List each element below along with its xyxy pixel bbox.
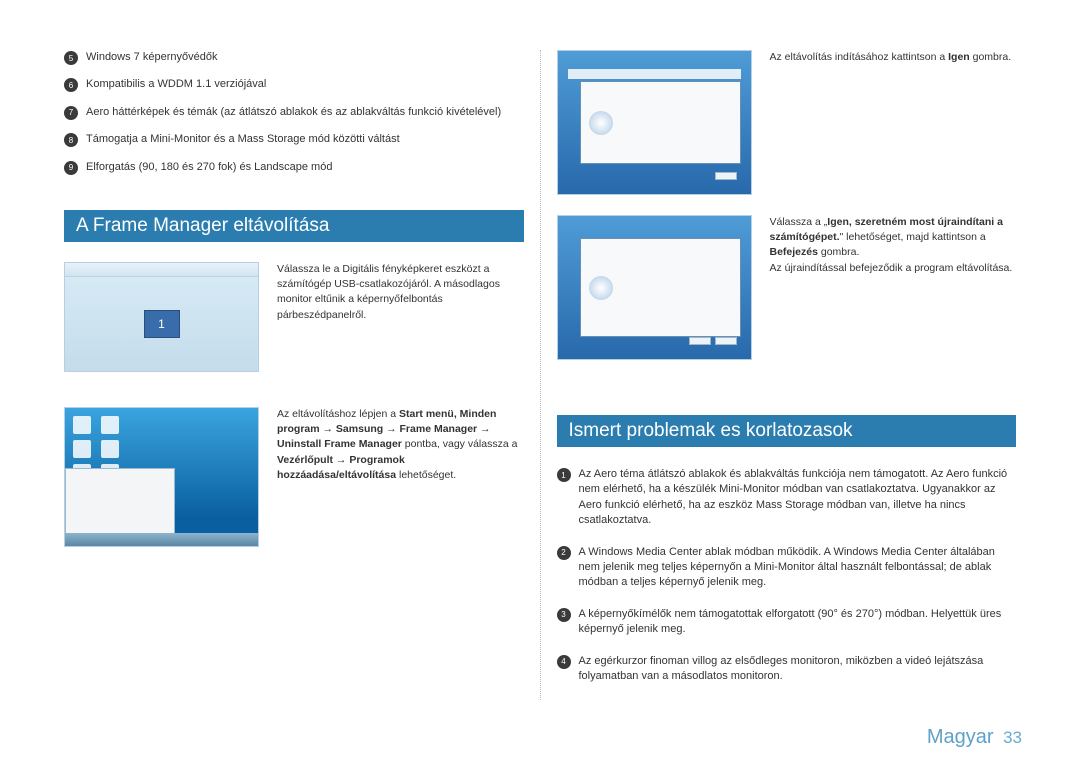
number-badge: 2 — [557, 546, 571, 560]
page-footer: Magyar 33 — [927, 726, 1022, 749]
wizard-button — [715, 172, 737, 180]
text-fragment: Az eltávolításhoz lépjen a — [277, 408, 399, 420]
issue-text: Az egérkurzor finoman villog az elsődleg… — [579, 654, 1017, 685]
footer-page-number: 33 — [1003, 728, 1022, 747]
taskbar — [65, 533, 258, 546]
section-header-uninstall: A Frame Manager eltávolítása — [64, 210, 524, 242]
text-fragment: gombra. — [818, 246, 859, 258]
right-column: Az eltávolítás indításához kattintson a … — [547, 50, 1023, 700]
text-fragment: gombra. — [970, 51, 1011, 63]
issue-text: A Windows Media Center ablak módban műkö… — [579, 545, 1017, 591]
screenshot-wizard-confirm — [557, 50, 752, 195]
feature-row: 6 Kompatibilis a WDDM 1.1 verziójával — [64, 77, 524, 92]
issues-list: 1 Az Aero téma átlátszó ablakok és ablak… — [557, 467, 1017, 684]
uninstall-wizard-row-2: Válassza a „Igen, szeretném most újraind… — [557, 215, 1017, 360]
number-badge: 5 — [64, 51, 78, 65]
feature-text: Kompatibilis a WDDM 1.1 verziójával — [86, 77, 266, 92]
feature-text: Windows 7 képernyővédők — [86, 50, 217, 65]
text-fragment: Válassza a „ — [770, 216, 828, 228]
issue-row: 4 Az egérkurzor finoman villog az elsődl… — [557, 654, 1017, 685]
left-column: 5 Windows 7 képernyővédők 6 Kompatibilis… — [58, 50, 534, 700]
feature-row: 8 Támogatja a Mini-Monitor és a Mass Sto… — [64, 132, 524, 147]
number-badge: 3 — [557, 608, 571, 622]
screenshot-wizard-complete — [557, 215, 752, 360]
feature-list: 5 Windows 7 képernyővédők 6 Kompatibilis… — [64, 50, 524, 175]
wizard-caption: Válassza a „Igen, szeretném most újraind… — [770, 215, 1017, 276]
bold-text: Vezérlőpult → Programok hozzáadása/eltáv… — [277, 454, 405, 481]
text-fragment: lehetőséget. — [396, 469, 456, 481]
wizard-button — [689, 337, 711, 345]
issue-row: 1 Az Aero téma átlátszó ablakok és ablak… — [557, 467, 1017, 529]
disc-icon — [589, 276, 613, 300]
wizard-buttons — [715, 172, 737, 180]
wizard-header-strip — [568, 69, 741, 79]
issue-text: Az Aero téma átlátszó ablakok és ablakvá… — [579, 467, 1017, 529]
disc-icon — [589, 111, 613, 135]
number-badge: 1 — [557, 468, 571, 482]
number-badge: 7 — [64, 106, 78, 120]
feature-text: Elforgatás (90, 180 és 270 fok) és Lands… — [86, 160, 332, 175]
wizard-buttons — [689, 337, 737, 345]
text-fragment: Az újraindítással befejeződik a program … — [770, 262, 1013, 274]
text-fragment: Az eltávolítás indításához kattintson a — [770, 51, 949, 63]
number-badge: 4 — [557, 655, 571, 669]
column-divider — [540, 50, 541, 700]
issue-text: A képernyőkímélők nem támogatottak elfor… — [579, 607, 1017, 638]
monitor-icon — [144, 310, 180, 338]
bold-text: Igen — [948, 51, 970, 63]
feature-row: 7 Aero háttérképek és témák (az átlátszó… — [64, 105, 524, 120]
text-fragment: pontba, vagy válassza a — [402, 438, 518, 450]
bold-text: Befejezés — [770, 246, 818, 258]
footer-language: Magyar — [927, 726, 994, 748]
feature-text: Aero háttérképek és témák (az átlátszó a… — [86, 105, 501, 120]
number-badge: 8 — [64, 133, 78, 147]
wizard-dialog — [580, 81, 741, 164]
step-text: Válassza le a Digitális fényképkeret esz… — [277, 262, 524, 372]
window-titlebar — [65, 263, 258, 277]
issue-row: 2 A Windows Media Center ablak módban mű… — [557, 545, 1017, 591]
uninstall-step-2: Az eltávolításhoz lépjen a Start menü, M… — [64, 407, 524, 547]
feature-row: 5 Windows 7 képernyővédők — [64, 50, 524, 65]
feature-row: 9 Elforgatás (90, 180 és 270 fok) és Lan… — [64, 160, 524, 175]
uninstall-step-1: Válassza le a Digitális fényképkeret esz… — [64, 262, 524, 372]
page-columns: 5 Windows 7 képernyővédők 6 Kompatibilis… — [58, 50, 1022, 700]
screenshot-display-settings — [64, 262, 259, 372]
screenshot-start-menu — [64, 407, 259, 547]
number-badge: 9 — [64, 161, 78, 175]
number-badge: 6 — [64, 78, 78, 92]
feature-text: Támogatja a Mini-Monitor és a Mass Stora… — [86, 132, 400, 147]
wizard-caption: Az eltávolítás indításához kattintson a … — [770, 50, 1017, 65]
step-text: Az eltávolításhoz lépjen a Start menü, M… — [277, 407, 524, 547]
text-fragment: " lehetőséget, majd kattintson a — [840, 231, 986, 243]
section-header-issues: Ismert problemak es korlatozasok — [557, 415, 1017, 447]
wizard-button — [715, 337, 737, 345]
uninstall-wizard-row-1: Az eltávolítás indításához kattintson a … — [557, 50, 1017, 195]
wizard-dialog — [580, 238, 741, 337]
window-body — [65, 277, 258, 371]
issue-row: 3 A képernyőkímélők nem támogatottak elf… — [557, 607, 1017, 638]
